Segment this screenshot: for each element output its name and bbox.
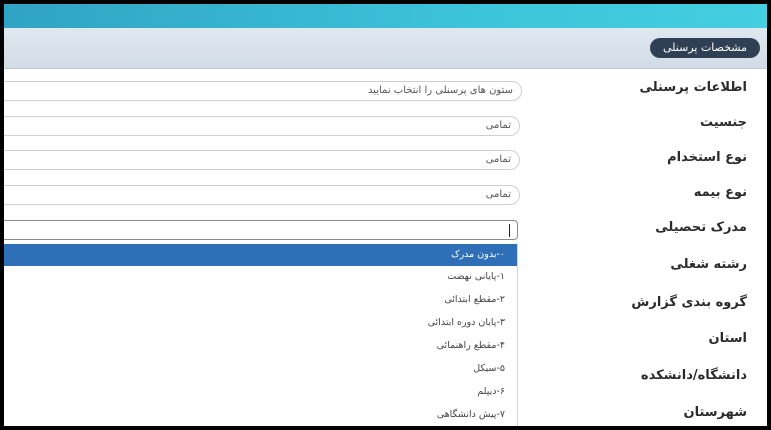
insurance-type-select[interactable]: تمامی	[4, 185, 520, 205]
education-degree-select[interactable]	[4, 220, 518, 240]
job-field-label: رشته شغلی	[670, 257, 747, 272]
text-caret	[509, 224, 510, 237]
section-header: مشخصات پرسنلی	[4, 28, 767, 69]
dropdown-option[interactable]: ۶-دیپلم	[4, 381, 517, 403]
personnel-columns-select[interactable]: ستون های پرسنلی را انتخاب نمایید	[4, 81, 522, 101]
province-label: استان	[708, 331, 747, 346]
gender-value: تمامی	[485, 120, 511, 131]
personnel-columns-value: ستون های پرسنلی را انتخاب نمایید	[367, 85, 513, 96]
dropdown-option[interactable]: ۰-بدون مدرک	[4, 244, 517, 266]
employment-type-value: تمامی	[485, 154, 511, 165]
dropdown-option[interactable]: ۲-مقطع ابتدائی	[4, 289, 517, 311]
city-label: شهرستان	[683, 405, 747, 420]
insurance-type-label: نوع بیمه	[693, 185, 747, 200]
dropdown-option[interactable]: ۳-پایان دوره ابتدائی	[4, 312, 517, 334]
gender-label: جنسیت	[700, 115, 747, 130]
insurance-type-value: تمامی	[485, 189, 511, 200]
dropdown-option[interactable]: ۱-پایانی نهضت	[4, 266, 517, 288]
dropdown-option[interactable]: ۵-سیکل	[4, 358, 517, 380]
dropdown-option[interactable]: ۴-مقطع راهنمائی	[4, 335, 517, 357]
employment-type-select[interactable]: تمامی	[4, 150, 520, 170]
top-bar	[4, 4, 767, 28]
report-grouping-label: گروه بندی گزارش	[631, 295, 747, 310]
window: مشخصات پرسنلی اطلاعات پرسنلی ستون های پر…	[4, 4, 767, 426]
university-label: دانشگاه/دانشکده	[640, 368, 747, 383]
dropdown-option[interactable]: ۷-پیش دانشگاهی	[4, 404, 517, 426]
employment-type-label: نوع استخدام	[667, 150, 747, 165]
personnel-info-label: اطلاعات پرسنلی	[639, 80, 747, 95]
personnel-info-tab[interactable]: مشخصات پرسنلی	[649, 38, 760, 58]
gender-select[interactable]: تمامی	[4, 116, 520, 136]
education-degree-dropdown: ۰-بدون مدرک ۱-پایانی نهضت ۲-مقطع ابتدائی…	[4, 244, 518, 426]
education-degree-label: مدرک تحصیلی	[655, 220, 747, 235]
